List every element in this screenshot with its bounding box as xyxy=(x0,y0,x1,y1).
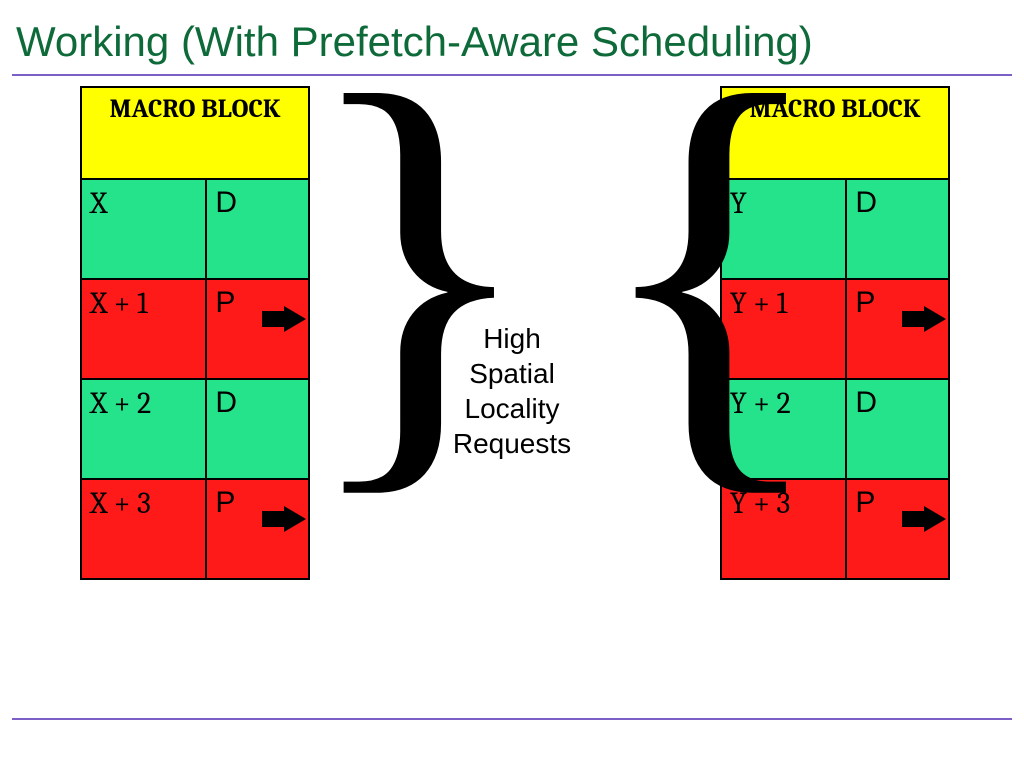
center-label: High Spatial Locality Requests xyxy=(432,321,592,461)
center-line: Spatial xyxy=(469,358,555,389)
type-cell: D xyxy=(206,379,309,479)
arrow-right-icon xyxy=(902,506,950,532)
brace-right-icon: { xyxy=(590,25,832,508)
diagram-stage: MACRO BLOCK X D X + 1 P X + 2 D X + 3 P … xyxy=(0,76,1024,756)
left-header: MACRO BLOCK xyxy=(81,87,309,179)
addr-cell: X + 3 xyxy=(81,479,206,579)
addr-cell: X + 1 xyxy=(81,279,206,379)
center-line: Locality xyxy=(465,393,560,424)
type-cell: D xyxy=(846,379,949,479)
addr-cell: X xyxy=(81,179,206,279)
divider-bottom xyxy=(12,718,1012,720)
center-line: Requests xyxy=(453,428,571,459)
center-line: High xyxy=(483,323,541,354)
type-cell: D xyxy=(846,179,949,279)
type-cell: D xyxy=(206,179,309,279)
table-row: X D xyxy=(81,179,309,279)
arrow-right-icon xyxy=(902,306,950,332)
addr-cell: X + 2 xyxy=(81,379,206,479)
table-row: X + 2 D xyxy=(81,379,309,479)
